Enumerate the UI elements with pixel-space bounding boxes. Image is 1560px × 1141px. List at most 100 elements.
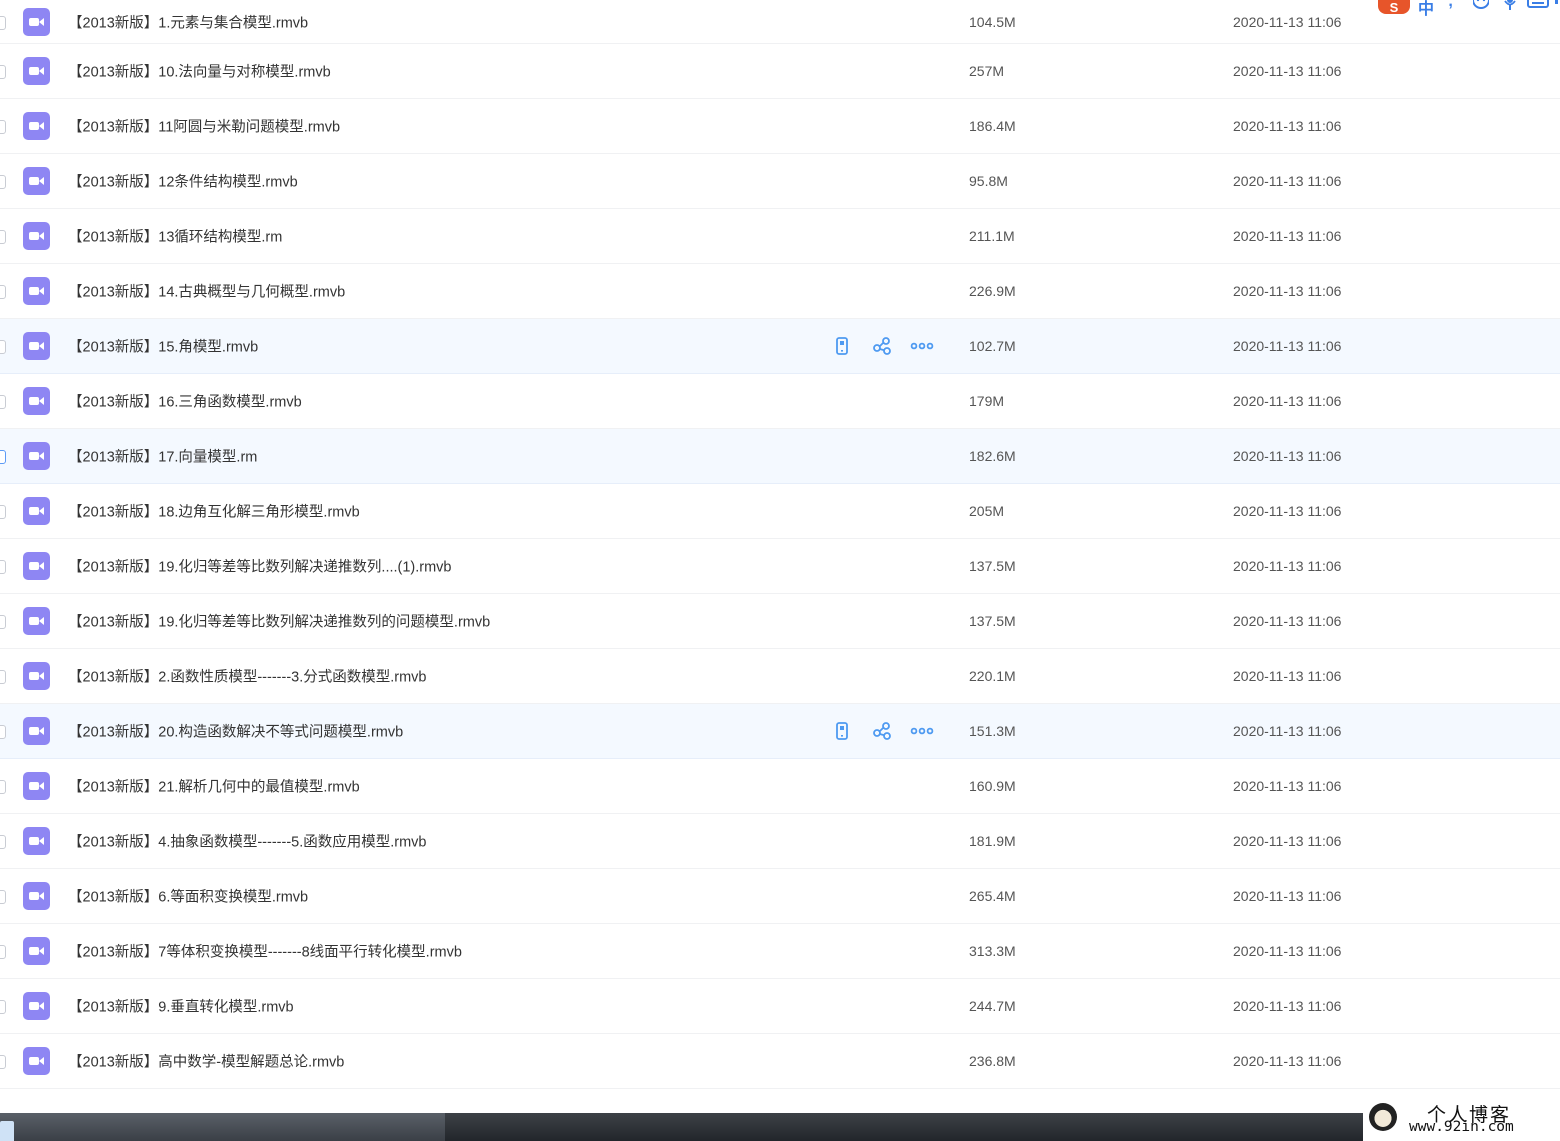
file-name-link[interactable]: 【2013新版】11阿圆与米勒问题模型.rmvb <box>68 116 340 137</box>
file-row[interactable]: 【2013新版】19.化归等差等比数列解决递推数列....(1).rmvb 137… <box>0 539 1560 594</box>
file-row[interactable]: 【2013新版】9.垂直转化模型.rmvb 244.7M 2020-11-13 11… <box>0 979 1560 1034</box>
file-row[interactable]: 【2013新版】19.化归等差等比数列解决递推数列的问题模型.rmvb 137.5… <box>0 594 1560 649</box>
row-checkbox[interactable] <box>0 560 6 574</box>
share-icon[interactable] <box>872 336 892 356</box>
row-checkbox[interactable] <box>0 230 6 244</box>
file-name-link[interactable]: 【2013新版】16.三角函数模型.rmvb <box>68 391 302 412</box>
ime-toolbar[interactable]: S 中 °, <box>1376 0 1560 18</box>
file-row[interactable]: 【2013新版】6.等面积变换模型.rmvb 265.4M 2020-11-13 1… <box>0 869 1560 924</box>
keyboard-icon[interactable] <box>1527 0 1549 10</box>
row-checkbox[interactable] <box>0 835 6 849</box>
file-date: 2020-11-13 11:06 <box>1233 118 1342 134</box>
file-row[interactable]: 【2013新版】7等体积变换模型-------8线面平行转化模型.rmvb 313… <box>0 924 1560 979</box>
file-row[interactable]: 【2013新版】17.向量模型.rm 182.6M 2020-11-13 11:06 <box>0 429 1560 484</box>
file-name-link[interactable]: 【2013新版】19.化归等差等比数列解决递推数列的问题模型.rmvb <box>68 611 490 632</box>
file-row[interactable]: 【2013新版】2.函数性质模型-------3.分式函数模型.rmvb 220.… <box>0 649 1560 704</box>
file-size: 236.8M <box>969 1053 1016 1069</box>
microphone-icon[interactable] <box>1502 0 1518 10</box>
video-file-icon <box>23 607 50 635</box>
ime-language-toggle[interactable]: 中 <box>1418 0 1434 18</box>
sogou-logo-icon[interactable]: S <box>1378 0 1410 15</box>
row-checkbox[interactable] <box>0 65 6 79</box>
file-name-link[interactable]: 【2013新版】13循环结构模型.rm <box>68 226 282 247</box>
row-checkbox[interactable] <box>0 780 6 794</box>
more-icon[interactable] <box>910 721 934 741</box>
file-name-link[interactable]: 【2013新版】12条件结构模型.rmvb <box>68 171 298 192</box>
video-file-icon <box>23 332 50 360</box>
row-checkbox[interactable] <box>0 340 6 354</box>
file-name-link[interactable]: 【2013新版】6.等面积变换模型.rmvb <box>68 886 308 907</box>
file-size: 181.9M <box>969 833 1016 849</box>
file-size: 265.4M <box>969 888 1016 904</box>
video-file-icon <box>23 662 50 690</box>
taskbar <box>0 1113 1363 1141</box>
file-size: 104.5M <box>969 13 1016 30</box>
file-row[interactable]: 【2013新版】14.古典概型与几何概型.rmvb 226.9M 2020-11-1… <box>0 264 1560 319</box>
file-date: 2020-11-13 11:06 <box>1233 998 1342 1014</box>
file-name-link[interactable]: 【2013新版】20.构造函数解决不等式问题模型.rmvb <box>68 721 403 742</box>
file-row[interactable]: 【2013新版】4.抽象函数模型-------5.函数应用模型.rmvb 181.… <box>0 814 1560 869</box>
video-file-icon <box>23 112 50 140</box>
file-row[interactable]: 【2013新版】15.角模型.rmvb 102.7M 2020-11-13 11:0… <box>0 319 1560 374</box>
start-button[interactable] <box>0 1121 14 1141</box>
file-name-link[interactable]: 【2013新版】10.法向量与对称模型.rmvb <box>68 61 331 82</box>
file-name-link[interactable]: 【2013新版】17.向量模型.rm <box>68 446 257 467</box>
file-row[interactable]: 【2013新版】13循环结构模型.rm 211.1M 2020-11-13 11:0… <box>0 209 1560 264</box>
share-icon[interactable] <box>872 721 892 741</box>
phone-icon[interactable] <box>832 336 852 356</box>
taskbar-start-area <box>0 1113 445 1141</box>
row-checkbox[interactable] <box>0 615 6 629</box>
row-checkbox[interactable] <box>0 725 6 739</box>
emoji-icon[interactable] <box>1473 0 1489 10</box>
file-name-link[interactable]: 【2013新版】15.角模型.rmvb <box>68 336 258 357</box>
file-name-link[interactable]: 【2013新版】高中数学-模型解题总论.rmvb <box>68 1051 344 1072</box>
watermark-url: www.92in.com <box>1409 1119 1514 1135</box>
file-name-link[interactable]: 【2013新版】1.元素与集合模型.rmvb <box>68 11 308 32</box>
file-row[interactable]: 【2013新版】11阿圆与米勒问题模型.rmvb 186.4M 2020-11-13… <box>0 99 1560 154</box>
avatar <box>1369 1103 1397 1131</box>
row-checkbox[interactable] <box>0 15 6 30</box>
file-name-link[interactable]: 【2013新版】19.化归等差等比数列解决递推数列....(1).rmvb <box>68 556 452 577</box>
file-size: 226.9M <box>969 283 1016 299</box>
file-row[interactable]: 【2013新版】20.构造函数解决不等式问题模型.rmvb 151.3M 2020-… <box>0 704 1560 759</box>
row-checkbox[interactable] <box>0 505 6 519</box>
row-checkbox[interactable] <box>0 120 6 134</box>
file-row[interactable]: 【2013新版】10.法向量与对称模型.rmvb 257M 2020-11-13 1… <box>0 44 1560 99</box>
phone-icon[interactable] <box>832 721 852 741</box>
file-row[interactable]: 【2013新版】1.元素与集合模型.rmvb 104.5M 2020-11-13 1… <box>0 0 1560 44</box>
video-file-icon <box>23 827 50 855</box>
file-row[interactable]: 【2013新版】高中数学-模型解题总论.rmvb 236.8M 2020-11-13… <box>0 1034 1560 1089</box>
file-name-link[interactable]: 【2013新版】4.抽象函数模型-------5.函数应用模型.rmvb <box>68 831 427 852</box>
row-checkbox[interactable] <box>0 395 6 409</box>
file-date: 2020-11-13 11:06 <box>1233 503 1342 519</box>
video-file-icon <box>23 772 50 800</box>
file-name-link[interactable]: 【2013新版】7等体积变换模型-------8线面平行转化模型.rmvb <box>68 941 462 962</box>
row-checkbox[interactable] <box>0 1055 6 1069</box>
row-checkbox[interactable] <box>0 890 6 904</box>
file-row[interactable]: 【2013新版】18.边角互化解三角形模型.rmvb 205M 2020-11-13… <box>0 484 1560 539</box>
file-date: 2020-11-13 11:06 <box>1233 558 1342 574</box>
file-name-link[interactable]: 【2013新版】2.函数性质模型-------3.分式函数模型.rmvb <box>68 666 427 687</box>
video-file-icon <box>23 1047 50 1075</box>
row-checkbox[interactable] <box>0 450 6 464</box>
file-size: 102.7M <box>969 338 1016 354</box>
file-name-link[interactable]: 【2013新版】21.解析几何中的最值模型.rmvb <box>68 776 360 797</box>
ime-punctuation-toggle[interactable]: °, <box>1442 0 1453 11</box>
menu-icon[interactable] <box>1553 0 1560 10</box>
row-checkbox[interactable] <box>0 1000 6 1014</box>
row-checkbox[interactable] <box>0 945 6 959</box>
file-row[interactable]: 【2013新版】16.三角函数模型.rmvb 179M 2020-11-13 11:… <box>0 374 1560 429</box>
more-icon[interactable] <box>910 336 934 356</box>
file-name-link[interactable]: 【2013新版】9.垂直转化模型.rmvb <box>68 996 294 1017</box>
file-size: 137.5M <box>969 613 1016 629</box>
file-name-link[interactable]: 【2013新版】14.古典概型与几何概型.rmvb <box>68 281 345 302</box>
video-file-icon <box>23 442 50 470</box>
file-row[interactable]: 【2013新版】21.解析几何中的最值模型.rmvb 160.9M 2020-11-… <box>0 759 1560 814</box>
file-row[interactable]: 【2013新版】12条件结构模型.rmvb 95.8M 2020-11-13 11:… <box>0 154 1560 209</box>
row-checkbox[interactable] <box>0 285 6 299</box>
row-checkbox[interactable] <box>0 670 6 684</box>
row-checkbox[interactable] <box>0 175 6 189</box>
file-size: 95.8M <box>969 173 1008 189</box>
video-file-icon <box>23 882 50 910</box>
file-name-link[interactable]: 【2013新版】18.边角互化解三角形模型.rmvb <box>68 501 360 522</box>
